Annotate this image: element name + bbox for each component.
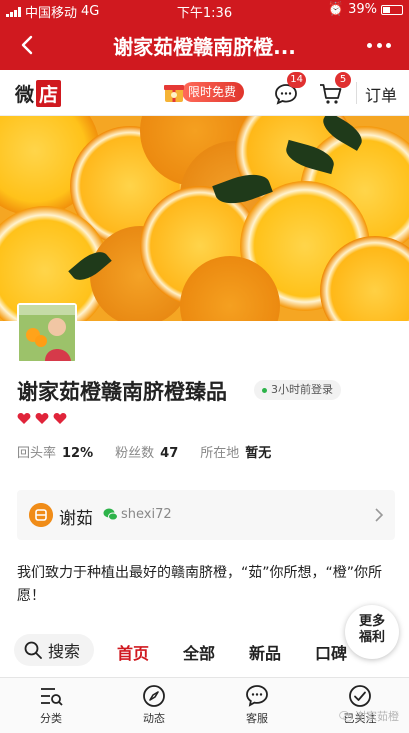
cart-count-badge: 5 xyxy=(335,72,351,88)
heart-icon xyxy=(35,413,49,424)
status-bar: 中国移动 4G 下午1:36 ⏰ 39% xyxy=(0,0,409,21)
check-circle-icon xyxy=(349,685,371,707)
alarm-icon: ⏰ xyxy=(327,2,345,17)
stat-return-rate: 回头率 12% xyxy=(17,446,94,461)
chat-icon xyxy=(246,685,268,707)
wechat-id: shexi72 xyxy=(103,507,172,522)
cart-button[interactable]: 5 xyxy=(319,72,351,106)
online-dot-icon xyxy=(262,387,267,393)
last-login-badge: 3小时前登录 xyxy=(254,380,341,400)
owner-name: 谢茹 xyxy=(59,509,93,529)
tab-new[interactable]: 新品 xyxy=(249,640,281,664)
bottom-nav-bar: 分类 动态 客服 已关注 xyxy=(0,677,409,733)
stat-location: 所在地 暂无 xyxy=(200,446,272,461)
promo-label: 限时免费 xyxy=(182,82,245,102)
shop-banner-image xyxy=(0,116,409,321)
gift-icon xyxy=(164,85,184,102)
nav-activity[interactable]: 动态 xyxy=(124,684,184,726)
shop-avatar-image xyxy=(19,305,75,361)
title-bar: 谢家茹橙赣南脐橙... xyxy=(0,20,409,70)
owner-avatar xyxy=(29,503,53,527)
page-title: 谢家茹橙赣南脐橙... xyxy=(113,35,296,59)
shop-avatar[interactable] xyxy=(17,303,77,363)
battery-icon xyxy=(381,4,403,15)
compass-icon xyxy=(143,685,165,707)
shop-rating xyxy=(17,412,67,425)
watermark: 谢家茹橙 xyxy=(339,708,399,724)
tab-home[interactable]: 首页 xyxy=(117,640,149,664)
messages-button[interactable]: 14 xyxy=(274,72,306,106)
owner-card[interactable]: 谢茹 shexi72 xyxy=(17,490,395,540)
wechat-watermark-icon xyxy=(339,710,352,722)
battery-percent: 39% xyxy=(348,2,377,17)
search-icon xyxy=(24,641,42,659)
nav-customer-service[interactable]: 客服 xyxy=(227,684,287,726)
message-count-badge: 14 xyxy=(287,72,306,88)
orders-link[interactable]: 订单 xyxy=(365,82,397,106)
search-button[interactable]: 搜索 xyxy=(14,634,94,666)
weidian-logo[interactable]: 微店 xyxy=(15,80,62,107)
shop-name: 谢家茹橙赣南脐橙臻品 xyxy=(17,380,227,404)
limited-free-promo[interactable]: 限时免费 xyxy=(162,80,245,104)
heart-icon xyxy=(53,413,67,424)
stat-followers: 粉丝数 47 xyxy=(115,446,179,461)
back-arrow-icon[interactable] xyxy=(14,31,42,59)
category-icon xyxy=(41,688,63,706)
header-divider xyxy=(356,82,357,104)
heart-icon xyxy=(17,413,31,424)
chevron-right-icon xyxy=(375,508,384,522)
tab-all[interactable]: 全部 xyxy=(183,640,215,664)
wechat-icon xyxy=(103,508,118,521)
app-header: 微店 限时免费 14 5 订单 xyxy=(0,70,409,116)
nav-category[interactable]: 分类 xyxy=(21,684,81,726)
shop-stats: 回头率 12% 粉丝数 47 所在地 暂无 xyxy=(17,442,271,461)
more-options-icon[interactable] xyxy=(367,35,391,55)
shop-description: 我们致力于种植出最好的赣南脐橙，“茹”你所想，“橙”你所愿！ xyxy=(17,565,383,604)
more-benefits-button[interactable]: 更多 福利 xyxy=(345,605,399,659)
tab-reviews[interactable]: 口碑 xyxy=(315,640,347,664)
